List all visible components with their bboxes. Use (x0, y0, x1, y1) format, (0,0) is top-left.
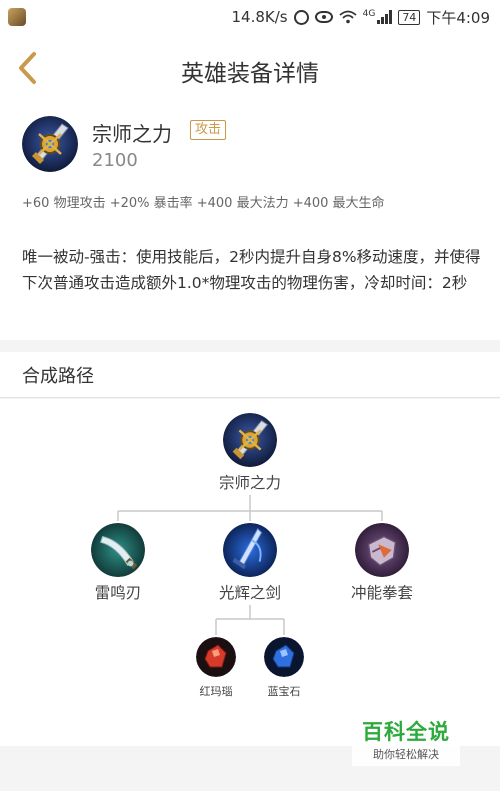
status-bar: 14.8K/s 4G 74 下午4:09 (0, 0, 500, 34)
recipe-component-label: 光辉之剑 (218, 584, 281, 602)
watermark-logo: 百科全说 助你轻松解决 (352, 716, 460, 766)
recipe-component-label: 冲能拳套 (350, 584, 413, 602)
clock: 下午4:09 (426, 8, 490, 27)
recipe-root-item[interactable]: 宗师之力 (210, 413, 290, 493)
recipe-component-label: 雷鸣刃 (94, 584, 142, 602)
watermark-title: 百科全说 (362, 720, 450, 744)
item-type-badge: 攻击 (190, 120, 227, 140)
recipe-subcomponent-item[interactable]: 红玛瑙 (186, 637, 246, 699)
signal-icon (377, 10, 393, 24)
thunder-blade-icon (91, 523, 145, 577)
wifi-icon (339, 10, 357, 24)
recipe-tree: 宗师之力 雷鸣刃 光辉之剑 冲能拳套 红玛瑙 蓝宝石 (0, 399, 500, 746)
grandmaster-item-icon (223, 413, 277, 467)
recipe-component-item[interactable]: 光辉之剑 (210, 523, 290, 603)
recipe-root-label: 宗师之力 (218, 474, 281, 492)
alarm-icon (293, 9, 309, 25)
page-title: 英雄装备详情 (181, 61, 319, 87)
recipe-component-item[interactable]: 雷鸣刃 (78, 523, 158, 603)
charged-gauntlet-icon (355, 523, 409, 577)
item-stats: +60 物理攻击 +20% 暴击率 +400 最大法力 +400 最大生命 (22, 196, 385, 211)
item-detail-card: 宗师之力 攻击 2100 +60 物理攻击 +20% 暴击率 +400 最大法力… (0, 104, 500, 340)
nav-bar: 英雄装备详情 (0, 34, 500, 104)
recipe-subcomponent-item[interactable]: 蓝宝石 (254, 637, 314, 699)
recipe-component-item[interactable]: 冲能拳套 (342, 523, 422, 603)
watermark-subtitle: 助你轻松解决 (373, 748, 439, 761)
radiant-sword-icon (223, 523, 277, 577)
recipe-subcomponent-label: 红玛瑙 (199, 685, 233, 698)
grandmaster-item-icon (22, 116, 78, 172)
network-type: 4G (362, 9, 376, 19)
battery-icon: 74 (398, 9, 421, 25)
item-description: 唯一被动-强击：使用技能后，2秒内提升自身8%移动速度，并使得下次普通攻击造成额… (22, 248, 481, 292)
eye-comfort-icon (314, 11, 333, 23)
recipe-title: 合成路径 (22, 366, 94, 387)
app-notification-icon (8, 8, 26, 26)
status-indicators: 14.8K/s 4G 74 下午4:09 (232, 0, 491, 34)
item-price: 2100 (92, 150, 138, 171)
red-agate-icon (196, 637, 236, 677)
sapphire-icon (264, 637, 304, 677)
network-speed: 14.8K/s (231, 8, 288, 26)
item-name: 宗师之力 (92, 122, 172, 146)
recipe-subcomponent-label: 蓝宝石 (267, 685, 301, 698)
recipe-section-header: 合成路径 (0, 352, 500, 398)
